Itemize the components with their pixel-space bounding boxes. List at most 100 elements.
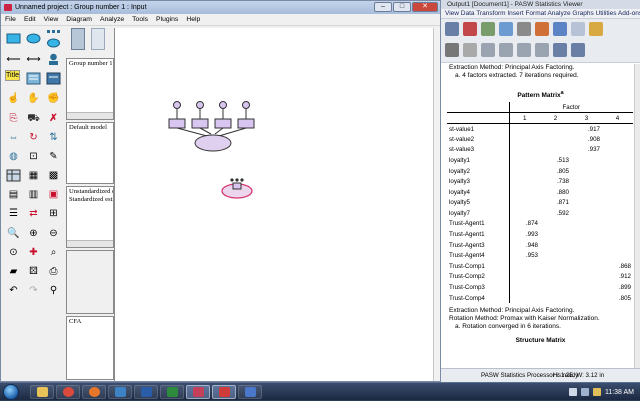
file-item[interactable]: CFA: [69, 318, 111, 326]
select-one-hand-icon[interactable]: ☝: [5, 90, 22, 107]
observed-variables[interactable]: [168, 118, 255, 129]
list-variables-icon[interactable]: [25, 70, 42, 87]
model-item[interactable]: Default model: [69, 124, 111, 132]
path-diagram-canvas[interactable]: [114, 28, 434, 381]
groups-scrollbar[interactable]: [67, 112, 113, 119]
loading-arrow[interactable]: [199, 127, 212, 135]
spss-viewer-window[interactable]: Output1 [Document1] - PASW Statistics Vi…: [440, 0, 640, 382]
menu-file[interactable]: File: [5, 14, 16, 25]
error-circle[interactable]: [242, 101, 250, 109]
amos-window[interactable]: Unnamed project : Group number 1 : Input…: [0, 0, 441, 382]
start-button[interactable]: [3, 384, 19, 400]
network-icon[interactable]: [568, 388, 577, 396]
spss-redo-icon[interactable]: [553, 22, 567, 36]
spss-dialog-recall-icon[interactable]: [499, 22, 513, 36]
spss-insert-title-icon[interactable]: [571, 43, 585, 57]
unique-variable-icon[interactable]: [45, 51, 62, 68]
group-item[interactable]: Group number 1: [69, 60, 113, 68]
spss-back-icon[interactable]: [445, 43, 459, 57]
taskbar-amos-button[interactable]: [186, 385, 210, 399]
loading-arrow[interactable]: [218, 127, 247, 137]
error-circle[interactable]: [196, 101, 204, 109]
spss-show-icon[interactable]: [517, 43, 531, 57]
spss-chart-icon[interactable]: [571, 22, 585, 36]
save-icon[interactable]: ▣: [45, 186, 62, 203]
estimates-scrollbar[interactable]: [67, 240, 113, 247]
draw-observed-icon[interactable]: [5, 30, 22, 47]
taskbar-excel-button[interactable]: [160, 385, 184, 399]
menu-analyze[interactable]: Analyze: [100, 14, 124, 25]
menu-help[interactable]: Help: [186, 14, 200, 25]
zoom-select-icon[interactable]: 🔍: [5, 225, 22, 242]
undo-icon[interactable]: ↶: [5, 282, 22, 299]
drag-properties-icon[interactable]: ⇄: [25, 205, 42, 222]
preserve-symmetries-icon[interactable]: ⊞: [45, 205, 62, 222]
observed-box[interactable]: [237, 118, 255, 129]
specification-search-icon[interactable]: ⚲: [45, 282, 62, 299]
redo-icon[interactable]: ↷: [25, 282, 42, 299]
rotate-indicators-icon[interactable]: ↻: [25, 129, 42, 146]
multiple-group-icon[interactable]: ⚄: [25, 263, 42, 280]
taskbar-firefox-button[interactable]: [82, 385, 106, 399]
observed-box[interactable]: [214, 118, 232, 129]
zoom-in-icon[interactable]: ⊕: [25, 225, 42, 242]
menu-diagram[interactable]: Diagram: [66, 14, 92, 25]
observed-box[interactable]: [191, 118, 209, 129]
taskbar-explorer-button[interactable]: [30, 385, 54, 399]
menu-view[interactable]: View: [44, 14, 59, 25]
calculate-estimates-icon[interactable]: ▩: [45, 167, 62, 184]
flag-icon[interactable]: [592, 388, 601, 396]
draw-unobserved-icon[interactable]: [25, 30, 42, 47]
single-arrow-icon[interactable]: ⟵: [5, 51, 22, 68]
object-properties-icon[interactable]: ☰: [5, 205, 22, 222]
zoom-out-icon[interactable]: ⊖: [45, 225, 62, 242]
spss-collapse-icon[interactable]: [499, 43, 513, 57]
spss-vertical-scrollbar[interactable]: [634, 64, 640, 368]
select-data-files-icon[interactable]: [5, 167, 22, 184]
spss-hide-icon[interactable]: [535, 43, 549, 57]
taskbar-chrome-button[interactable]: [56, 385, 80, 399]
observed-box[interactable]: [168, 118, 186, 129]
estimates-pane[interactable]: Unstandardized estimates Standardized es…: [66, 186, 114, 248]
spss-print-icon[interactable]: [463, 22, 477, 36]
move-parameter-icon[interactable]: ◍: [5, 148, 22, 165]
copy-truck-icon[interactable]: ⎘: [5, 110, 22, 127]
covariance-arrow-icon[interactable]: ⟷: [25, 51, 42, 68]
spss-goto-icon[interactable]: [517, 22, 531, 36]
spss-insert-heading-icon[interactable]: [553, 43, 567, 57]
taskbar-outlook-button[interactable]: [238, 385, 262, 399]
spss-forward-icon[interactable]: [463, 43, 477, 57]
print-icon[interactable]: ⎙: [45, 263, 62, 280]
menu-plugins[interactable]: Plugins: [156, 14, 178, 25]
close-button[interactable]: ✕: [412, 2, 438, 12]
select-all-hand-icon[interactable]: ✋: [25, 90, 42, 107]
spss-expand-icon[interactable]: [481, 43, 495, 57]
error-circle[interactable]: [173, 101, 181, 109]
error-terms[interactable]: [173, 101, 250, 120]
touch-up-icon[interactable]: ✎: [45, 148, 62, 165]
title-tool-button[interactable]: Title: [5, 70, 20, 81]
list-dataset-variables-icon[interactable]: [45, 70, 62, 87]
view-output-icon[interactable]: [91, 28, 105, 50]
analysis-properties-icon[interactable]: ▦: [25, 167, 42, 184]
selected-latent-group[interactable]: [221, 178, 253, 199]
spss-open-icon[interactable]: [445, 22, 459, 36]
clock[interactable]: 11:38 AM: [605, 389, 634, 396]
erase-icon[interactable]: ✗: [45, 110, 62, 127]
volume-icon[interactable]: [580, 388, 589, 396]
taskbar-word-button[interactable]: [134, 385, 158, 399]
standardized-item[interactable]: Standardized estimates: [69, 196, 113, 204]
path-diagram[interactable]: [115, 28, 435, 381]
fit-page-icon[interactable]: ✚: [25, 244, 42, 261]
copy-diagram-icon[interactable]: ▤: [5, 186, 22, 203]
cfa-model[interactable]: [168, 101, 255, 152]
taskbar-media-player-button[interactable]: [108, 385, 132, 399]
spss-menubar[interactable]: View Data Transform Insert Format Analyz…: [441, 9, 640, 19]
error-circle[interactable]: [219, 101, 227, 109]
models-pane[interactable]: Default model: [66, 122, 114, 184]
spss-output-pane[interactable]: Extraction Method: Principal Axis Factor…: [441, 64, 640, 368]
view-input-icon[interactable]: [71, 28, 85, 50]
unstandardized-item[interactable]: Unstandardized estimates: [69, 188, 113, 196]
minimize-button[interactable]: –: [374, 2, 392, 12]
menu-tools[interactable]: Tools: [132, 14, 148, 25]
